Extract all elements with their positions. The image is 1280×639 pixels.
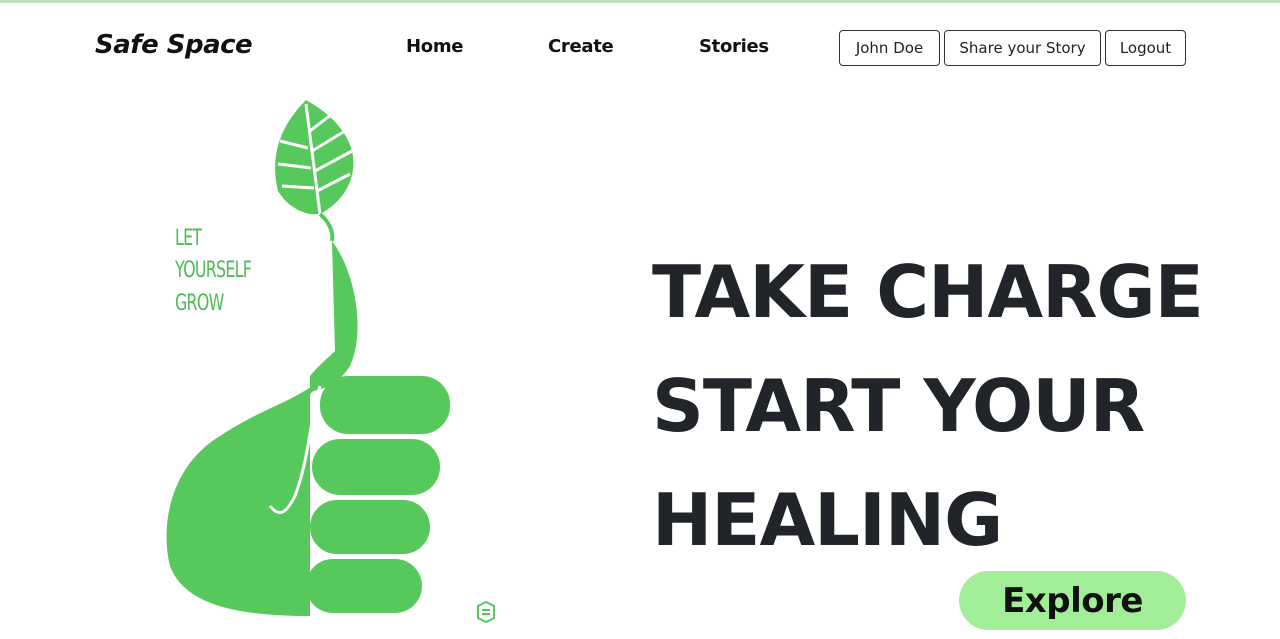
nav-link-create[interactable]: Create <box>548 36 614 57</box>
headline-line-2: START YOUR <box>652 364 1145 449</box>
headline-line-1: TAKE CHARGE <box>652 250 1204 335</box>
brand-logo[interactable]: Safe Space <box>95 30 253 60</box>
poster-text-let: LET <box>175 226 202 251</box>
nav-link-stories[interactable]: Stories <box>699 36 769 57</box>
user-profile-button[interactable]: John Doe <box>839 30 940 66</box>
nav-link-home[interactable]: Home <box>406 36 464 57</box>
share-story-button[interactable]: Share your Story <box>944 30 1101 66</box>
explore-button[interactable]: Explore <box>959 571 1186 630</box>
poster-text-grow: GROW <box>175 291 224 316</box>
headline-line-3: HEALING <box>652 478 1003 563</box>
navbar: Safe Space Home Create Stories John Doe … <box>0 3 1280 89</box>
logout-button[interactable]: Logout <box>1105 30 1186 66</box>
thumbs-up-leaf-icon <box>166 100 495 624</box>
poster-text-yourself: YOURSELF <box>175 258 252 283</box>
